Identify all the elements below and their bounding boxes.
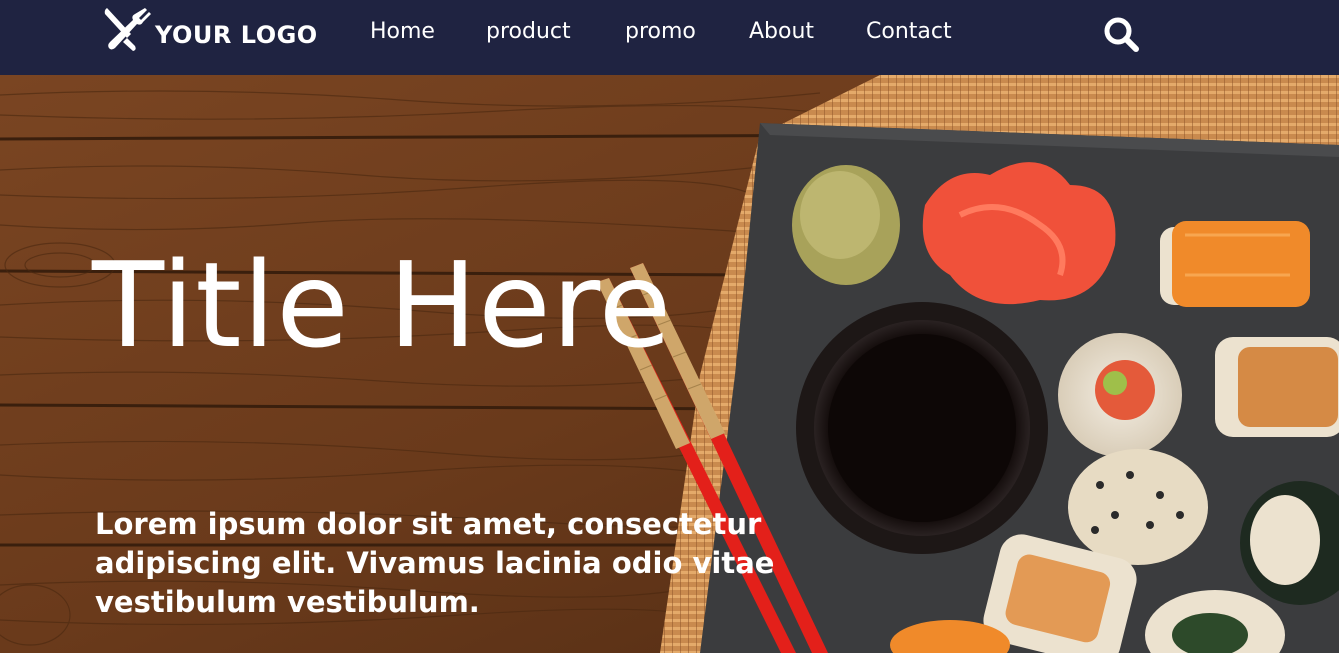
nav-contact[interactable]: Contact: [866, 17, 952, 47]
nav-promo[interactable]: promo: [625, 17, 696, 47]
page: YOUR LOGO Home product promo About Conta…: [0, 0, 1339, 653]
logo[interactable]: YOUR LOGO: [101, 6, 318, 54]
fork-knife-icon: [104, 8, 151, 51]
hero-description: Lorem ipsum dolor sit amet, consectetur …: [95, 507, 775, 619]
nav-home[interactable]: Home: [370, 17, 435, 47]
logo-text: YOUR LOGO: [155, 21, 318, 49]
navbar: YOUR LOGO Home product promo About Conta…: [0, 0, 1339, 75]
hero-title: Title Here: [92, 236, 673, 374]
nav-product[interactable]: product: [486, 17, 571, 47]
search-icon: [1104, 17, 1139, 52]
hero-section: Title Here Lorem ipsum dolor sit amet, c…: [0, 75, 1339, 653]
search-button[interactable]: [1102, 15, 1142, 55]
nav-about[interactable]: About: [749, 17, 814, 47]
